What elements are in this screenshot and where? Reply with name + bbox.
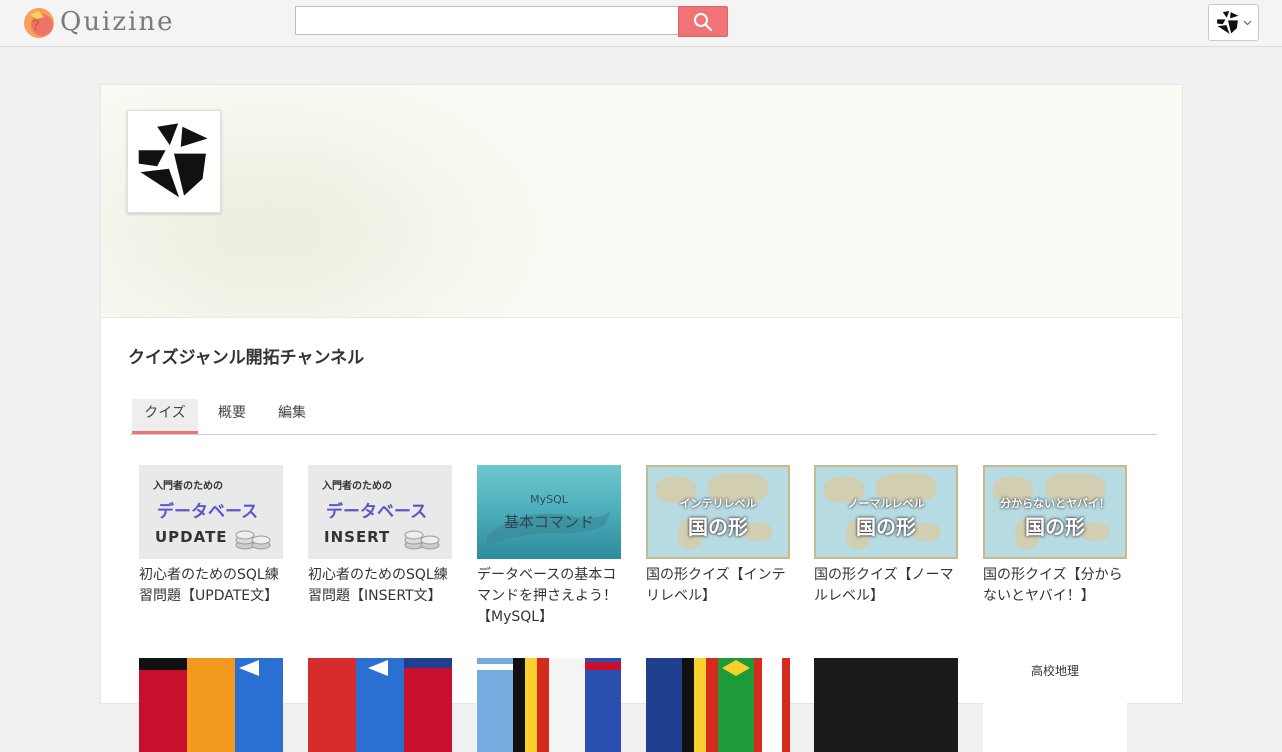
thumb-text: 国の形 [688, 515, 748, 539]
svg-text:?: ? [32, 18, 40, 34]
quiz-thumbnail[interactable] [646, 658, 790, 752]
quiz-thumbnail[interactable]: 入門者のための データベース UPDATE [139, 465, 283, 559]
flags-thumbnail-image [646, 658, 790, 752]
channel-card: クイズジャンル開拓チャンネル クイズ 概要 編集 入門者のための データベース … [100, 84, 1183, 752]
thumb-text: 高校地理 [1030, 664, 1079, 678]
database-coins-icon [235, 530, 271, 550]
thumb-text: 基本コマンド [503, 513, 594, 531]
thumb-text: 国の形 [856, 515, 916, 539]
thumb-text: MySQL [530, 493, 568, 506]
search-button[interactable] [678, 6, 728, 37]
quiz-title[interactable]: 初心者のためのSQL練習問題【UPDATE文】 [139, 565, 284, 607]
quiz-thumbnail[interactable] [814, 658, 958, 752]
app-logo[interactable]: ? Quizine [22, 4, 175, 40]
channel-avatar[interactable] [127, 110, 221, 213]
app-name: Quizine [60, 7, 175, 37]
thumb-text: 入門者のための [153, 481, 223, 492]
quiz-card[interactable] [477, 658, 622, 752]
thumb-text: INSERT [324, 528, 391, 546]
channel-avatar-icon [138, 122, 208, 197]
user-avatar-icon [1217, 10, 1239, 34]
logo-mark-icon: ? [22, 5, 56, 39]
database-coins-icon [404, 530, 440, 550]
quiz-thumbnail[interactable] [477, 658, 621, 752]
tab-overview[interactable]: 概要 [208, 399, 256, 433]
quiz-card[interactable] [646, 658, 791, 752]
quiz-thumbnail[interactable]: MySQL 基本コマンド [477, 465, 621, 559]
channel-title: クイズジャンル開拓チャンネル [128, 348, 365, 368]
thumb-text: 入門者のための [322, 481, 392, 492]
channel-banner [101, 85, 1182, 318]
thumb-text: データベース [157, 502, 259, 522]
quiz-card[interactable] [308, 658, 453, 752]
flags-thumbnail-image [139, 658, 283, 752]
thumb-text: UPDATE [155, 528, 228, 546]
tab-edit[interactable]: 編集 [268, 399, 316, 433]
quiz-thumbnail[interactable]: 分からないとヤバイ！ 国の形 [983, 465, 1127, 559]
channel-tabs: クイズ 概要 編集 [130, 399, 1157, 435]
quiz-card[interactable] [139, 658, 284, 752]
quiz-thumbnail[interactable] [139, 658, 283, 752]
search-input[interactable] [295, 6, 678, 35]
user-menu-button[interactable] [1208, 4, 1259, 41]
quiz-thumbnail[interactable]: 高校地理 [983, 658, 1127, 752]
flags-thumbnail-image [308, 658, 452, 752]
quiz-title[interactable]: 初心者のためのSQL練習問題【INSERT文】 [308, 565, 453, 607]
quiz-title[interactable]: 国の形クイズ【分からないとヤバイ！】 [983, 565, 1128, 607]
tab-quiz[interactable]: クイズ [132, 399, 198, 434]
quiz-card[interactable] [814, 658, 959, 752]
quiz-thumbnail[interactable]: インテリレベル 国の形 [646, 465, 790, 559]
thumb-text: 国の形 [1025, 515, 1085, 539]
thumb-text: インテリレベル [679, 497, 757, 510]
thumb-text: データベース [326, 502, 428, 522]
flags-thumbnail-image [477, 658, 621, 752]
quiz-thumbnail[interactable]: 入門者のための データベース INSERT [308, 465, 452, 559]
search-icon [694, 12, 713, 31]
quiz-card[interactable]: MySQL 基本コマンド データベースの基本コマンドを押さえよう！【MySQL】 [477, 465, 622, 628]
quiz-card[interactable]: ノーマルレベル 国の形 国の形クイズ【ノーマルレベル】 [814, 465, 959, 607]
quiz-title[interactable]: データベースの基本コマンドを押さえよう！【MySQL】 [477, 565, 622, 628]
thumb-text: ノーマルレベル [847, 497, 925, 510]
quiz-card[interactable]: 分からないとヤバイ！ 国の形 国の形クイズ【分からないとヤバイ！】 [983, 465, 1128, 607]
quiz-card[interactable]: 入門者のための データベース UPDATE 初心者のためのSQL練習問題【UPD… [139, 465, 284, 607]
thumb-text: 分からないとヤバイ！ [1000, 497, 1110, 510]
quiz-title[interactable]: 国の形クイズ【インテリレベル】 [646, 565, 791, 607]
top-navigation-bar: ? Quizine [0, 0, 1282, 47]
quiz-thumbnail[interactable]: ノーマルレベル 国の形 [814, 465, 958, 559]
quiz-title[interactable]: 国の形クイズ【ノーマルレベル】 [814, 565, 959, 607]
chevron-down-icon [1243, 20, 1252, 25]
quiz-card[interactable]: 入門者のための データベース INSERT 初心者のためのSQL練習問題【INS… [308, 465, 453, 607]
quiz-card[interactable]: インテリレベル 国の形 国の形クイズ【インテリレベル】 [646, 465, 791, 607]
quiz-thumbnail[interactable] [308, 658, 452, 752]
quiz-card[interactable]: 高校地理 [983, 658, 1128, 752]
